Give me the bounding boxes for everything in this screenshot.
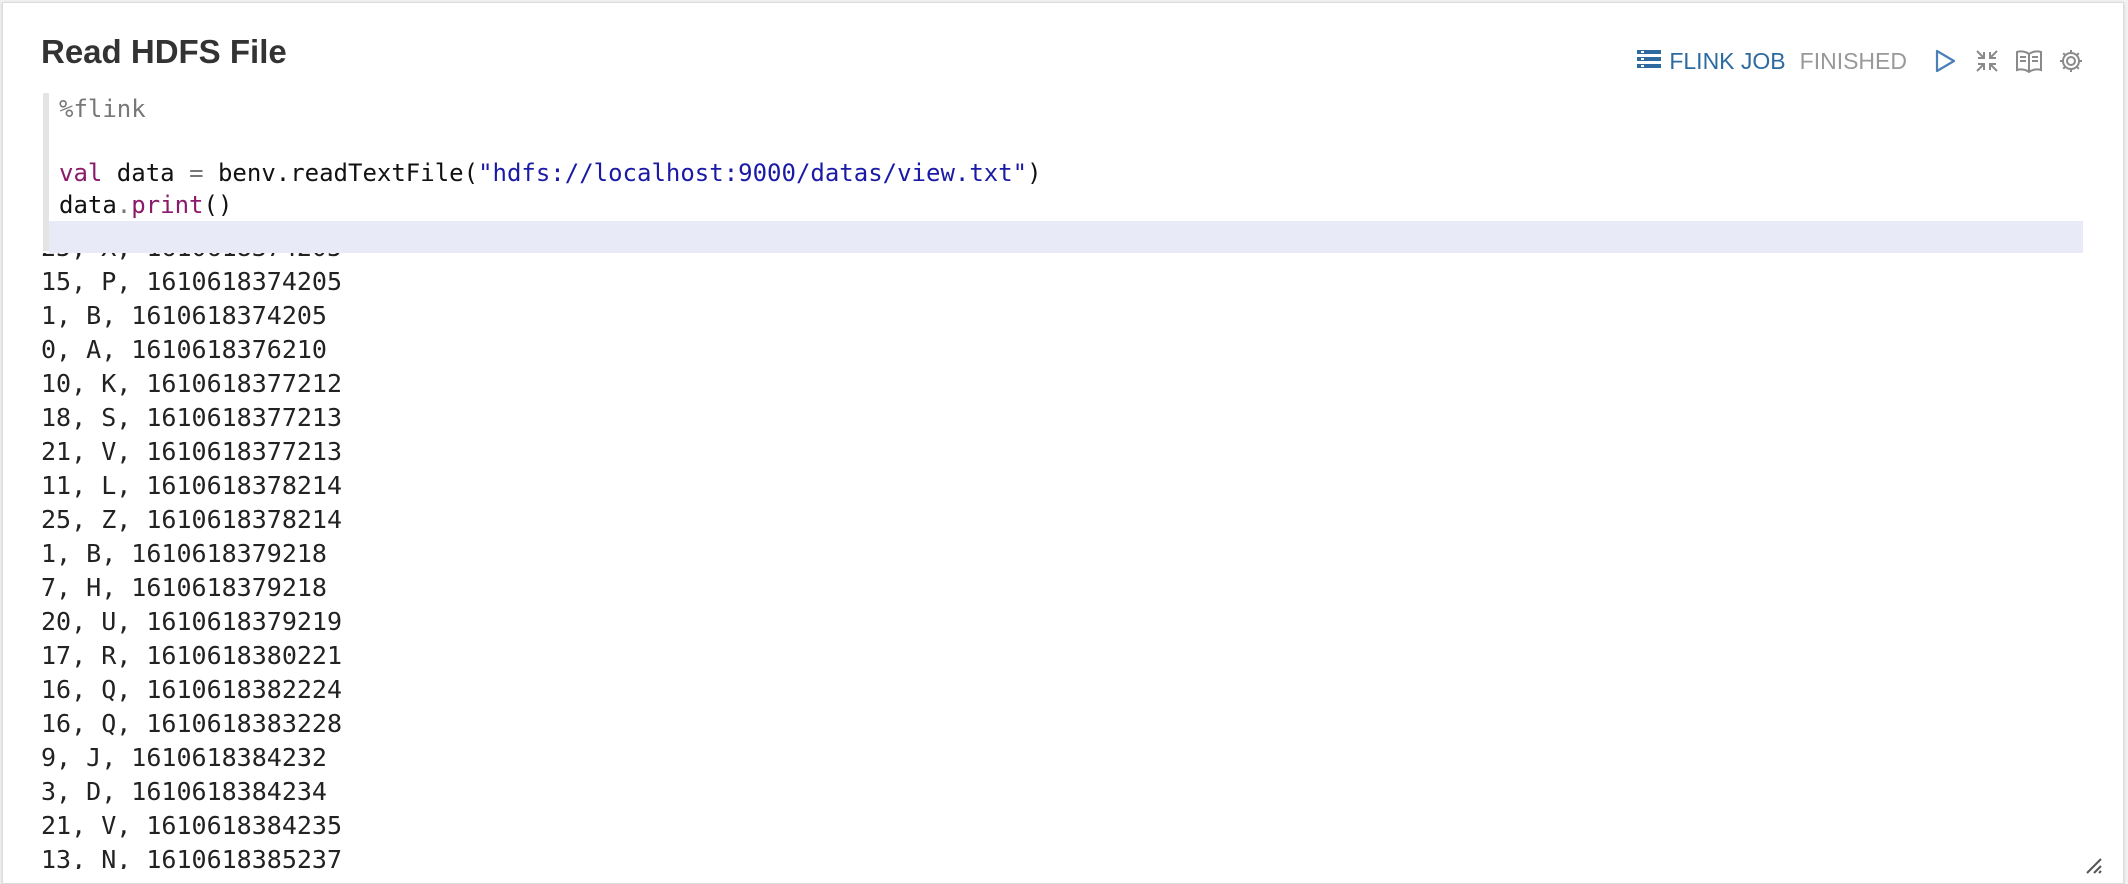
output-line: 20, U, 1610618379219 xyxy=(41,607,343,636)
output-line: 1, B, 1610618374205 xyxy=(41,301,327,330)
paragraph-status: FINISHED xyxy=(1799,47,1907,74)
code-line: data.print() xyxy=(59,191,233,219)
output-line: 1, B, 1610618379218 xyxy=(41,539,327,568)
output-line: 18, S, 1610618377213 xyxy=(41,403,343,432)
output-line: 3, D, 1610618384234 xyxy=(41,777,327,806)
active-code-line[interactable] xyxy=(49,221,2083,253)
output-line: 21, V, 1610618384235 xyxy=(41,811,343,840)
paragraph-title[interactable]: Read HDFS File xyxy=(41,33,287,71)
output-line: 21, V, 1610618377213 xyxy=(41,437,343,466)
code-editor[interactable]: %flink val data = benv.readTextFile("hdf… xyxy=(43,93,2083,253)
flink-job-label: FLINK JOB xyxy=(1669,47,1786,74)
code-line: val data = benv.readTextFile("hdfs://loc… xyxy=(59,159,1042,187)
output-line: 10, K, 1610618377212 xyxy=(41,369,343,398)
output-line: 16, Q, 1610618382224 xyxy=(41,675,343,704)
output-line: 25, X, 1610618374205 xyxy=(41,253,342,265)
code-line: %flink xyxy=(59,95,146,123)
output-line: 13, N, 1610618385237 xyxy=(41,845,343,869)
output-line: 0, A, 1610618376210 xyxy=(41,335,327,364)
output-line: 7, H, 1610618379218 xyxy=(41,573,327,602)
gear-icon[interactable] xyxy=(2057,47,2085,75)
run-icon[interactable] xyxy=(1931,47,1959,75)
output-line: 16, Q, 1610618383228 xyxy=(41,709,343,738)
collapse-icon[interactable] xyxy=(1973,47,2001,75)
output-line: 25, Z, 1610618378214 xyxy=(41,505,343,534)
output-line: 9, J, 1610618384232 xyxy=(41,743,327,772)
output-line: 15, P, 1610618374205 xyxy=(41,267,343,296)
paragraph-controls: FLINK JOB FINISHED xyxy=(1637,45,2085,77)
paragraph: Read HDFS File FLINK JOB FINISHED %flink… xyxy=(2,2,2124,884)
output-line: 17, R, 1610618380221 xyxy=(41,641,343,670)
output-line: 11, L, 1610618378214 xyxy=(41,471,343,500)
flink-job-link[interactable]: FLINK JOB xyxy=(1637,47,1786,75)
result-output: 25, X, 1610618374205 15, P, 1610618374205… xyxy=(41,253,2081,869)
resize-handle[interactable] xyxy=(2083,855,2103,875)
job-list-icon xyxy=(1637,48,1662,75)
book-icon[interactable] xyxy=(2015,47,2043,75)
